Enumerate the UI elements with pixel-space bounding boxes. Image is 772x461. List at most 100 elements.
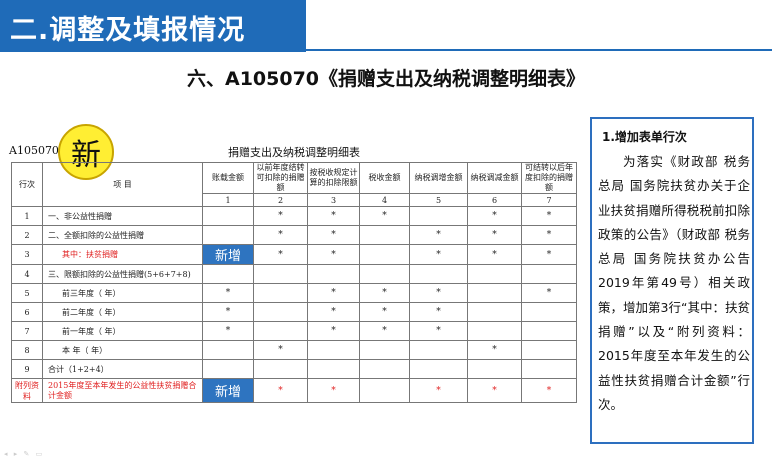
row-number: 6	[11, 302, 43, 322]
table-cell: *	[202, 321, 254, 341]
row-number: 2	[11, 225, 43, 245]
table-cell: *	[359, 283, 410, 303]
table-row: 1 一、非公益性捐赠 * * * * *	[11, 206, 577, 226]
form-name: 捐赠支出及纳税调整明细表	[228, 146, 360, 159]
row-number: 3	[11, 244, 43, 265]
table-cell	[359, 244, 410, 265]
col-number: 3	[307, 193, 360, 207]
table-cell: *	[253, 378, 308, 403]
table-cell: *	[307, 378, 360, 403]
table-cell: *	[467, 244, 522, 265]
table-row: 8 本 年（ 年） * *	[11, 340, 577, 360]
row-number: 7	[11, 321, 43, 341]
table-cell: *	[307, 321, 360, 341]
table-cell	[307, 264, 360, 284]
header-col-3: 按税收规定计算的扣除限额	[307, 162, 360, 194]
header-row-no: 行次	[11, 162, 43, 207]
row-number: 4	[11, 264, 43, 284]
row-number: 8	[11, 340, 43, 360]
header-item: 项 目	[42, 162, 203, 207]
col-number: 5	[409, 193, 468, 207]
table-cell	[359, 378, 410, 403]
col-number: 2	[253, 193, 308, 207]
table-cell: *	[409, 302, 468, 322]
row-number: 9	[11, 359, 43, 379]
table-cell: *	[521, 283, 577, 303]
table-row: 9 合计（1+2+4）	[11, 359, 577, 379]
appendix-label: 附列资料	[11, 378, 43, 403]
col-number: 7	[521, 193, 577, 207]
form-code: A105070	[9, 144, 59, 157]
table-cell	[253, 283, 308, 303]
header-col-7: 可结转以后年度扣除的捐赠额	[521, 162, 577, 194]
table-cell: *	[409, 244, 468, 265]
table-cell	[521, 264, 577, 284]
row-number: 1	[11, 206, 43, 226]
table-cell: *	[253, 206, 308, 226]
table-cell	[202, 340, 254, 360]
col-number: 1	[202, 193, 254, 207]
slide-controls[interactable]: ◂ ▸ ✎ ▭	[4, 450, 44, 458]
table-row-appendix: 附列资料 2015年度至本年发生的公益性扶贫捐赠合计金额 新增 * * * * …	[11, 378, 577, 403]
table-cell: *	[409, 283, 468, 303]
header-bar: 二.调整及填报情况	[0, 0, 306, 52]
table-cell: *	[409, 321, 468, 341]
table-cell	[202, 225, 254, 245]
explanation-panel: 1.增加表单行次 为落实《财政部 税务总局 国务院扶贫办关于企业扶贫捐赠所得税税…	[590, 117, 754, 444]
explanation-heading: 1.增加表单行次	[602, 130, 687, 144]
table-cell	[307, 359, 360, 379]
table-row-poverty-donation: 3 其中：扶贫捐赠 新增 * * * * *	[11, 244, 577, 265]
table-cell	[253, 359, 308, 379]
row-item: 二、全额扣除的公益性捐赠	[42, 225, 203, 245]
header-col-6: 纳税调减金额	[467, 162, 522, 194]
table-cell	[359, 225, 410, 245]
header-col-4: 税收金额	[359, 162, 410, 194]
table-cell	[467, 264, 522, 284]
table-cell	[409, 340, 468, 360]
row-item: 前三年度（ 年）	[42, 283, 203, 303]
appendix-item: 2015年度至本年发生的公益性扶贫捐赠合计金额	[42, 378, 203, 403]
table-cell	[359, 340, 410, 360]
table-cell: *	[521, 225, 577, 245]
table-cell	[202, 359, 254, 379]
detail-table: 行次 项 目 账载金额 以前年度结转可扣除的捐赠额 按税收规定计算的扣除限额 税…	[11, 162, 577, 403]
table-cell: *	[521, 378, 577, 403]
table-cell	[521, 340, 577, 360]
table-cell	[359, 359, 410, 379]
row-item: 三、限额扣除的公益性捐赠(5+6+7+8)	[42, 264, 203, 284]
table-cell	[253, 302, 308, 322]
table-cell: *	[359, 302, 410, 322]
row-item: 本 年（ 年）	[42, 340, 203, 360]
col-number: 4	[359, 193, 410, 207]
table-cell	[202, 206, 254, 226]
table-cell: *	[467, 378, 522, 403]
table-cell	[467, 283, 522, 303]
new-badge: 新增	[202, 244, 254, 265]
table-cell: *	[409, 225, 468, 245]
table-cell: *	[253, 340, 308, 360]
table-cell: *	[467, 206, 522, 226]
slide-title: 六、A105070《捐赠支出及纳税调整明细表》	[186, 68, 586, 90]
table-header-row: 行次 项 目 账载金额 以前年度结转可扣除的捐赠额 按税收规定计算的扣除限额 税…	[11, 162, 577, 207]
table-cell: *	[253, 225, 308, 245]
col-number: 6	[467, 193, 522, 207]
table-cell: *	[307, 244, 360, 265]
table-cell	[409, 264, 468, 284]
explanation-body: 为落实《财政部 税务总局 国务院扶贫办关于企业扶贫捐赠所得税税前扣除政策的公告》…	[598, 154, 750, 412]
row-item: 一、非公益性捐赠	[42, 206, 203, 226]
table-cell	[467, 321, 522, 341]
row-item: 其中：扶贫捐赠	[42, 244, 203, 265]
table-row: 2 二、全额扣除的公益性捐赠 * * * * *	[11, 225, 577, 245]
table-cell: *	[202, 302, 254, 322]
table-cell	[409, 206, 468, 226]
section-title: 二.调整及填报情况	[10, 15, 246, 46]
table-cell: *	[253, 244, 308, 265]
table-cell	[253, 264, 308, 284]
table-row: 5 前三年度（ 年） * * * * *	[11, 283, 577, 303]
table-cell: *	[359, 321, 410, 341]
table-cell: *	[202, 283, 254, 303]
row-item: 前一年度（ 年）	[42, 321, 203, 341]
table-cell: *	[307, 302, 360, 322]
table-cell: *	[467, 225, 522, 245]
table-cell	[521, 321, 577, 341]
